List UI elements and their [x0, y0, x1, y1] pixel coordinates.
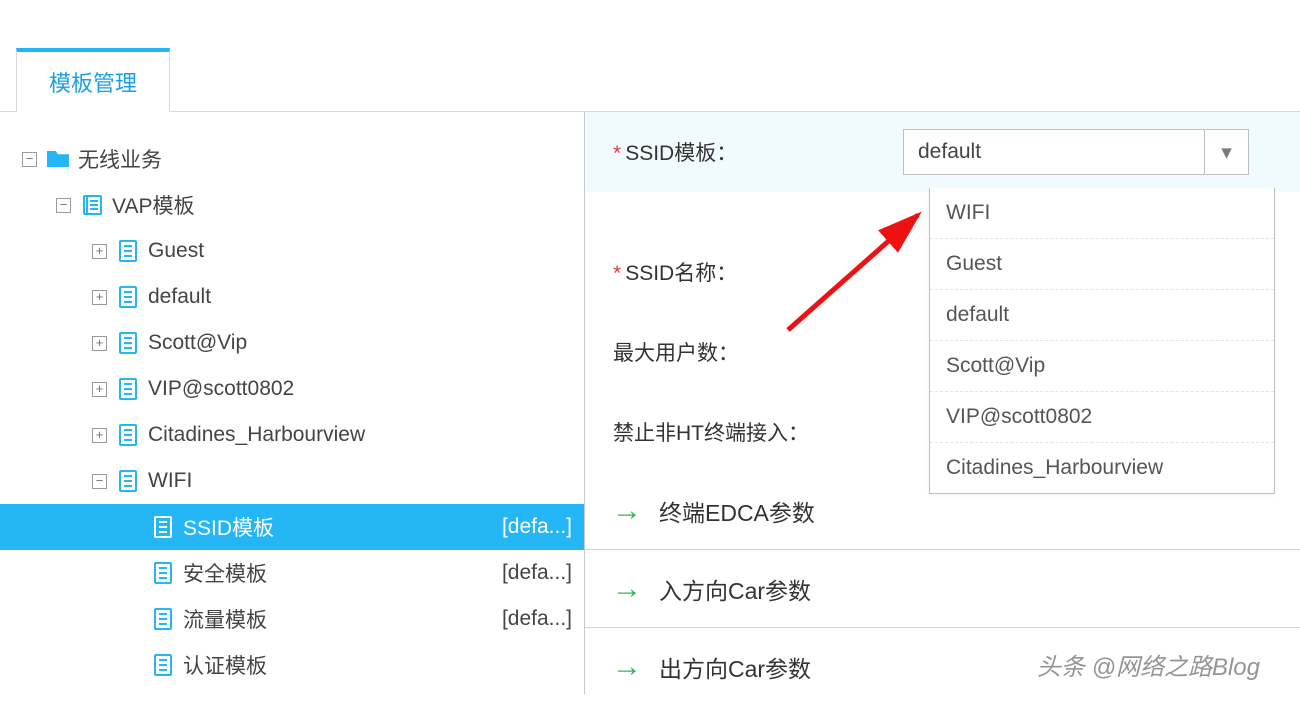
tree-suffix: [defa...] [502, 561, 584, 585]
expand-icon[interactable] [92, 336, 107, 351]
expand-icon[interactable] [92, 290, 107, 305]
tree-vap-template[interactable]: VAP模板 [0, 182, 584, 228]
tree-label: VIP@scott0802 [148, 377, 294, 401]
tree-label: 认证模板 [183, 650, 267, 680]
form-panel: *SSID模板： default ▾ WIFI Guest default Sc… [585, 112, 1300, 694]
required-marker: * [613, 142, 621, 165]
content-area: 无线业务 VAP模板 Guest default [0, 112, 1300, 694]
label-ssid-template: *SSID模板： [613, 137, 903, 167]
expand-arrow-icon: → [613, 575, 641, 603]
tree-label: 无线业务 [78, 144, 162, 174]
template-icon [117, 286, 139, 308]
chevron-down-icon: ▾ [1204, 130, 1248, 174]
tree-label: SSID模板 [183, 512, 274, 542]
tree-label: WIFI [148, 469, 192, 493]
tree-label: Citadines_Harbourview [148, 423, 365, 447]
tree-label: Guest [148, 239, 204, 263]
row-ssid-template: *SSID模板： default ▾ [585, 112, 1300, 192]
template-icon [152, 654, 174, 676]
tree-item-guest[interactable]: Guest [0, 228, 584, 274]
tree-suffix: [defa...] [502, 515, 584, 539]
tree-item-default[interactable]: default [0, 274, 584, 320]
expand-icon[interactable] [92, 244, 107, 259]
tree-item-vipscott[interactable]: VIP@scott0802 [0, 366, 584, 412]
collapse-icon[interactable] [92, 474, 107, 489]
template-icon [117, 240, 139, 262]
collapse-icon[interactable] [56, 198, 71, 213]
template-icon [152, 516, 174, 538]
template-icon [152, 608, 174, 630]
label-forbid-ht: 禁止非HT终端接入： [613, 417, 809, 447]
tree-item-citadines[interactable]: Citadines_Harbourview [0, 412, 584, 458]
expander-car-out[interactable]: → 出方向Car参数 [585, 628, 1300, 706]
folder-icon [47, 151, 69, 167]
tree-label: Scott@Vip [148, 331, 247, 355]
select-value: default [918, 140, 981, 164]
tree-root-wireless[interactable]: 无线业务 [0, 136, 584, 182]
tab-bar: 模板管理 [0, 0, 1300, 112]
tree-item-scottvip[interactable]: Scott@Vip [0, 320, 584, 366]
template-icon [117, 378, 139, 400]
tree-item-wifi[interactable]: WIFI [0, 458, 584, 504]
expand-icon[interactable] [92, 428, 107, 443]
ssid-template-dropdown: WIFI Guest default Scott@Vip VIP@scott08… [929, 188, 1275, 494]
template-icon [117, 424, 139, 446]
expander-car-in[interactable]: → 入方向Car参数 [585, 550, 1300, 628]
dropdown-option[interactable]: Guest [930, 239, 1274, 290]
dropdown-option[interactable]: default [930, 290, 1274, 341]
tree-label: 流量模板 [183, 604, 267, 634]
tab-template-mgmt[interactable]: 模板管理 [16, 48, 170, 112]
ssid-template-select[interactable]: default ▾ [903, 129, 1249, 175]
tree-label: VAP模板 [112, 190, 194, 220]
expand-arrow-icon: → [613, 653, 641, 681]
tree-suffix: [defa...] [502, 607, 584, 631]
dropdown-option[interactable]: Scott@Vip [930, 341, 1274, 392]
template-icon [117, 332, 139, 354]
tree-panel: 无线业务 VAP模板 Guest default [0, 112, 585, 694]
expander-label: 终端EDCA参数 [659, 494, 815, 528]
tree-item-ssid-template[interactable]: SSID模板 [defa...] [0, 504, 584, 550]
dropdown-option[interactable]: Citadines_Harbourview [930, 443, 1274, 493]
tree-label: default [148, 285, 211, 309]
template-icon [117, 470, 139, 492]
label-max-users: 最大用户数： [613, 337, 903, 367]
label-ssid-name: *SSID名称： [613, 257, 903, 287]
expand-icon[interactable] [92, 382, 107, 397]
expander-label: 出方向Car参数 [659, 650, 811, 684]
dropdown-option[interactable]: VIP@scott0802 [930, 392, 1274, 443]
tree-item-traffic-template[interactable]: 流量模板 [defa...] [0, 596, 584, 642]
dropdown-option[interactable]: WIFI [930, 188, 1274, 239]
tree-item-security-template[interactable]: 安全模板 [defa...] [0, 550, 584, 596]
template-group-icon [81, 194, 103, 216]
expander-label: 入方向Car参数 [659, 572, 811, 606]
tree-label: 安全模板 [183, 558, 267, 588]
tree-item-auth-template[interactable]: 认证模板 [0, 642, 584, 688]
collapse-icon[interactable] [22, 152, 37, 167]
expand-arrow-icon: → [613, 497, 641, 525]
required-marker: * [613, 262, 621, 285]
template-icon [152, 562, 174, 584]
